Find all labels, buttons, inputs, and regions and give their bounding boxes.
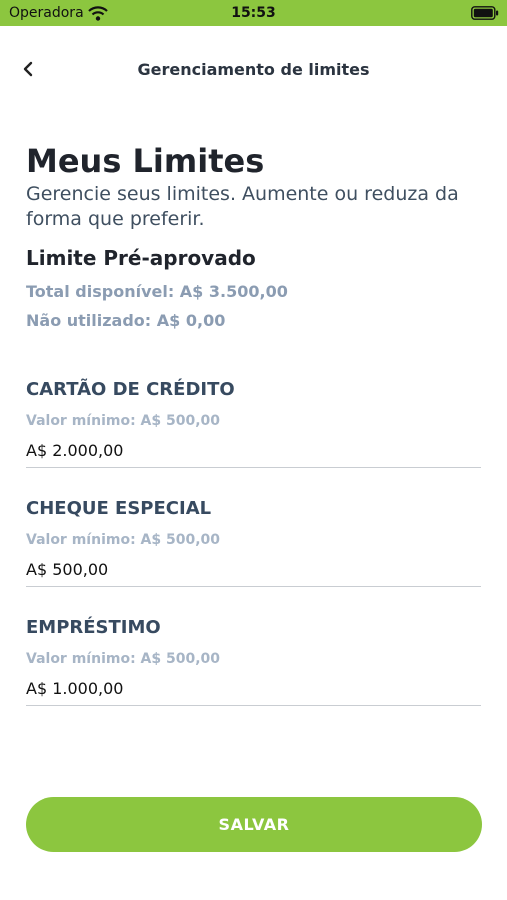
loan-limit-input[interactable] [26,671,481,706]
limit-min-value: Valor mínimo: A$ 500,00 [26,413,221,429]
limit-label: CHEQUE ESPECIAL [26,498,212,519]
status-bar: Operadora 15:53 [0,0,507,26]
status-time: 15:53 [231,5,276,21]
unused-amount: Não utilizado: A$ 0,00 [26,311,226,330]
page-title: Meus Limites [26,142,265,180]
battery-icon [471,6,499,20]
preapproved-title: Limite Pré-aprovado [26,246,256,270]
credit-card-limit-input[interactable] [26,433,481,468]
total-available: Total disponível: A$ 3.500,00 [26,282,288,301]
limit-label: EMPRÉSTIMO [26,617,161,638]
limit-label: CARTÃO DE CRÉDITO [26,379,235,400]
nav-title: Gerenciamento de limites [137,60,370,79]
save-button[interactable]: SALVAR [26,797,482,852]
nav-bar: Gerenciamento de limites [0,26,507,112]
limit-min-value: Valor mínimo: A$ 500,00 [26,532,221,548]
page-subtitle: Gerencie seus limites. Aumente ou reduza… [26,183,459,230]
limit-min-value: Valor mínimo: A$ 500,00 [26,651,221,667]
overdraft-limit-input[interactable] [26,552,481,587]
